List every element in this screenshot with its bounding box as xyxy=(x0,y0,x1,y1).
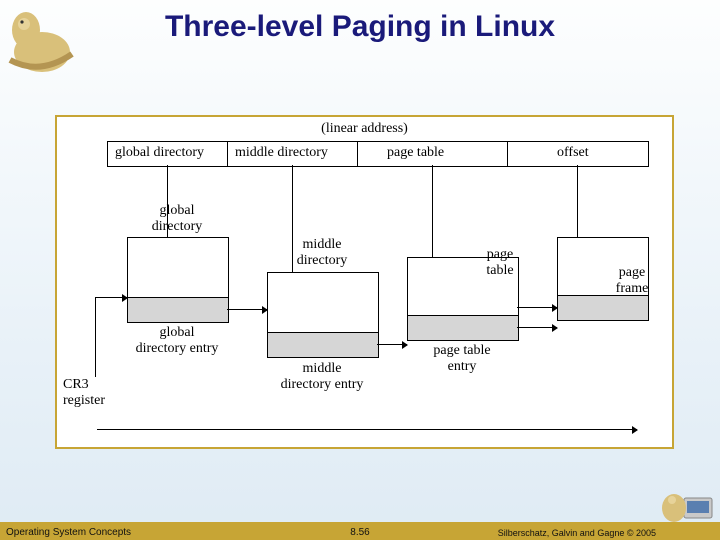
arrow-icon xyxy=(227,309,267,310)
la-field-global-label: global directory xyxy=(115,145,204,161)
arrow-icon xyxy=(517,307,557,308)
middle-directory-box xyxy=(267,272,379,334)
footer-right: Silberschatz, Galvin and Gagne © 2005 xyxy=(498,528,656,538)
arrow-icon xyxy=(95,297,127,298)
line xyxy=(95,297,96,377)
page-table-entry xyxy=(407,315,519,341)
la-field-pagetable-label: page table xyxy=(387,145,444,161)
dinosaur-computer-icon xyxy=(660,482,716,526)
arrow-icon xyxy=(97,429,637,430)
page-table-label: page table xyxy=(445,247,555,279)
middle-directory-entry xyxy=(267,332,379,358)
paging-diagram: (linear address) global directory middle… xyxy=(55,115,674,449)
la-field-middle-label: middle directory xyxy=(235,145,328,161)
slide-title: Three-level Paging in Linux xyxy=(0,10,720,44)
global-directory-box xyxy=(127,237,229,299)
page-frame-entry xyxy=(557,295,649,321)
linear-address-caption: (linear address) xyxy=(57,121,672,137)
cr3-register-label: CR3 register xyxy=(63,377,105,409)
slide: Three-level Paging in Linux (linear addr… xyxy=(0,0,720,540)
global-directory-entry-label: global directory entry xyxy=(109,325,245,357)
middle-directory-entry-label: middle directory entry xyxy=(252,361,392,393)
arrow-icon xyxy=(517,327,557,328)
middle-directory-label: middle directory xyxy=(267,237,377,269)
la-field-offset-label: offset xyxy=(557,145,589,161)
global-directory-label: global directory xyxy=(127,203,227,235)
page-table-entry-label: page table entry xyxy=(407,343,517,375)
global-directory-entry xyxy=(127,297,229,323)
page-frame-label: page frame xyxy=(587,265,677,297)
arrow-icon xyxy=(377,344,407,345)
